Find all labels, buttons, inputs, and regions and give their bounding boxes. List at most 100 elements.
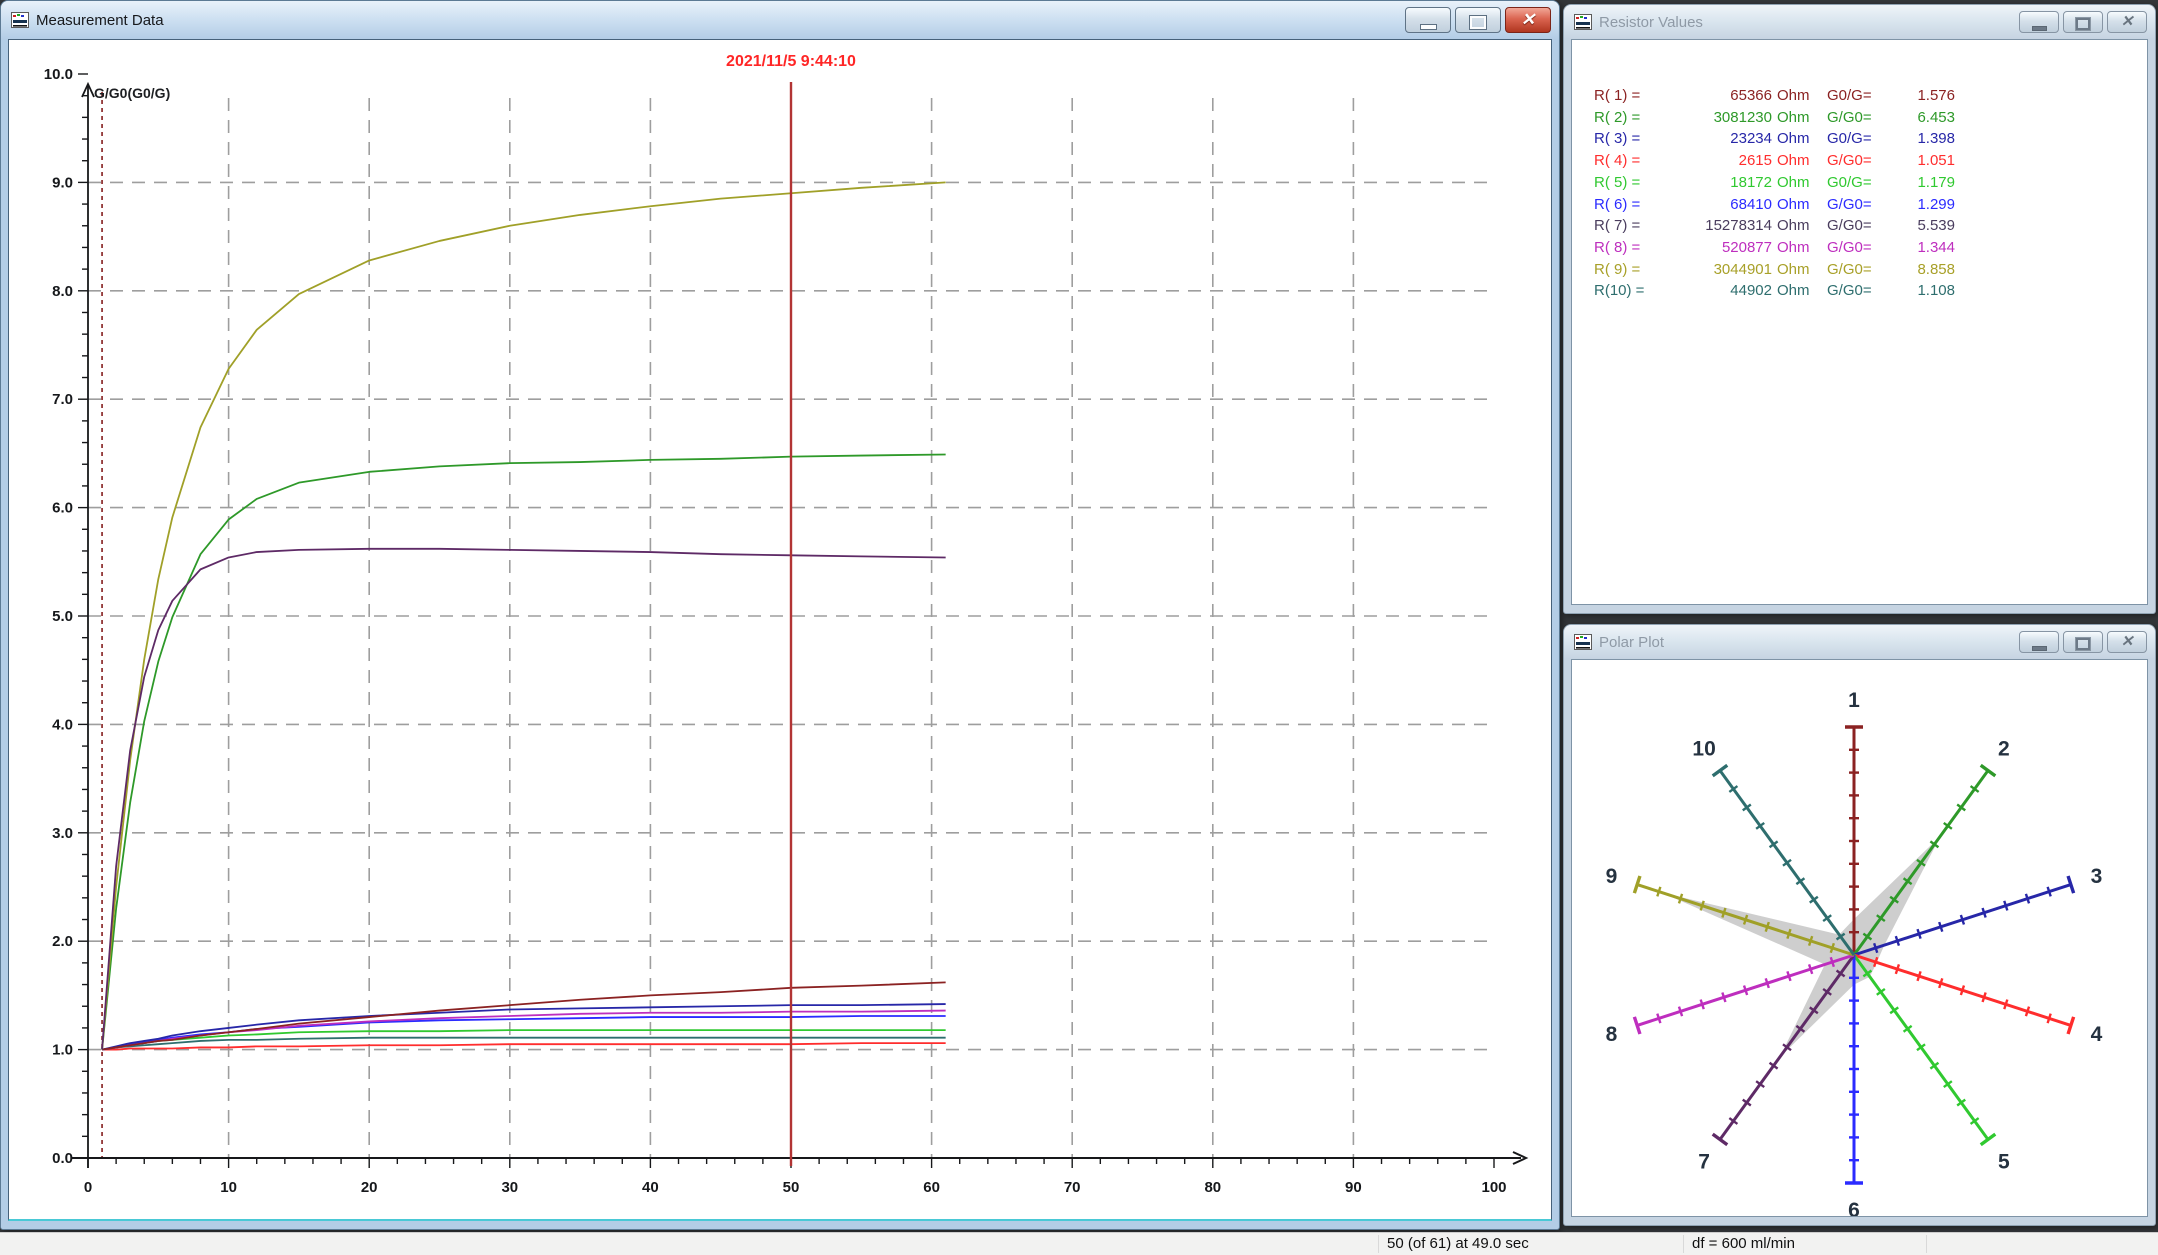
resistor-unit: Ohm (1772, 85, 1819, 107)
measurement-titlebar[interactable]: Measurement Data ✕ (1, 1, 1559, 39)
x-tick-label: 40 (642, 1179, 659, 1196)
resistor-row: R( 2) =3081230OhmG/G0=6.453 (1594, 107, 2139, 129)
radar-axis-label: 9 (1606, 865, 1618, 888)
resistor-titlebar[interactable]: Resistor Values ✕ (1564, 5, 2155, 39)
minimize-button[interactable] (2019, 11, 2059, 33)
resistor-label: R( 9) = (1594, 259, 1660, 281)
measurement-window: Measurement Data ✕ 010203040506070809010… (0, 0, 1560, 1230)
resistor-label: R( 7) = (1594, 215, 1660, 237)
close-icon: ✕ (1506, 8, 1550, 32)
resistor-label: R( 4) = (1594, 150, 1660, 172)
radar-axis-label: 5 (1998, 1150, 2010, 1173)
app-icon (11, 12, 29, 28)
radar-axis-tick (2048, 1014, 2051, 1024)
radar-axis-tick (1896, 936, 1899, 946)
window-controls: ✕ (1405, 7, 1551, 33)
window-title: Polar Plot (1599, 634, 1664, 651)
radar-axis-tick (1657, 1014, 1660, 1024)
maximize-button[interactable] (2063, 11, 2103, 33)
status-divider (1378, 1235, 1379, 1253)
radar-axis-endcap (1981, 1134, 1996, 1145)
resistor-ratio-label: G/G0= (1819, 150, 1887, 172)
resistor-ratio-value: 1.108 (1887, 280, 1955, 302)
maximize-button[interactable] (1455, 7, 1501, 33)
close-icon: ✕ (2108, 632, 2146, 652)
radar-axis-endcap (1713, 1134, 1728, 1145)
maximize-button[interactable] (2063, 631, 2103, 653)
status-divider (1683, 1235, 1684, 1253)
radar-axis-tick (2026, 1007, 2029, 1017)
radar-axis-endcap (1981, 765, 1996, 776)
radar-axis-label: 3 (2091, 865, 2103, 888)
close-button[interactable]: ✕ (2107, 631, 2147, 653)
resistor-ratio-value: 1.344 (1887, 237, 1955, 259)
radar-axis-endcap (1713, 765, 1728, 776)
minimize-icon (1420, 24, 1437, 30)
resistor-row: R( 1) =65366OhmG0/G=1.576 (1594, 85, 2139, 107)
resistor-values-area: R( 1) =65366OhmG0/G=1.576R( 2) =3081230O… (1571, 39, 2148, 605)
resistor-value: 3044901 (1660, 259, 1772, 281)
radar-axis-tick (2048, 887, 2051, 897)
resistor-unit: Ohm (1772, 172, 1819, 194)
minimize-button[interactable] (1405, 7, 1451, 33)
radar-axis-tick (1744, 985, 1747, 995)
status-bar: 50 (of 61) at 49.0 sec df = 600 ml/min (0, 1232, 2158, 1255)
x-tick-label: 90 (1345, 1179, 1362, 1196)
resistor-row: R( 8) =520877OhmG/G0=1.344 (1594, 237, 2139, 259)
resistor-unit: Ohm (1772, 128, 1819, 150)
resistor-row: R( 3) =23234OhmG0/G=1.398 (1594, 128, 2139, 150)
status-flow: df = 600 ml/min (1692, 1235, 1795, 1252)
x-tick-label: 80 (1204, 1179, 1221, 1196)
line-chart[interactable]: 01020304050607080901000.01.02.03.04.05.0… (9, 40, 1551, 1221)
resistor-ratio-value: 6.453 (1887, 107, 1955, 129)
close-button[interactable]: ✕ (2107, 11, 2147, 33)
close-icon: ✕ (2108, 12, 2146, 32)
resistor-unit: Ohm (1772, 150, 1819, 172)
resistor-unit: Ohm (1772, 215, 1819, 237)
resistor-value: 44902 (1660, 280, 1772, 302)
resistor-value: 2615 (1660, 150, 1772, 172)
polar-titlebar[interactable]: Polar Plot ✕ (1564, 625, 2155, 659)
app-icon (1574, 634, 1592, 650)
y-axis-annotation: G/G0(G0/G) (94, 85, 170, 101)
resistor-label: R(10) = (1594, 280, 1660, 302)
radar-axis-label: 10 (1692, 738, 1715, 761)
minimize-icon (2032, 646, 2047, 651)
resistor-ratio-label: G/G0= (1819, 215, 1887, 237)
y-tick-label: 2.0 (52, 933, 73, 950)
x-tick-label: 0 (84, 1179, 92, 1196)
resistor-ratio-value: 1.051 (1887, 150, 1955, 172)
resistor-unit: Ohm (1772, 280, 1819, 302)
resistor-value: 68410 (1660, 194, 1772, 216)
resistor-ratio-value: 1.398 (1887, 128, 1955, 150)
radar-axis-label: 4 (2091, 1023, 2103, 1046)
measurement-chart-area: 01020304050607080901000.01.02.03.04.05.0… (8, 39, 1552, 1221)
resistor-value: 520877 (1660, 237, 1772, 259)
radar-axis-label: 7 (1698, 1150, 1710, 1173)
y-tick-label: 3.0 (52, 825, 73, 842)
desktop: Measurement Data ✕ 010203040506070809010… (0, 0, 2158, 1254)
status-divider (1926, 1235, 1927, 1253)
radar-chart: 12345678910 (1572, 660, 2147, 1216)
close-button[interactable]: ✕ (1505, 7, 1551, 33)
y-tick-label: 8.0 (52, 283, 73, 300)
resistor-ratio-label: G/G0= (1819, 237, 1887, 259)
x-tick-label: 30 (501, 1179, 518, 1196)
resistor-ratio-value: 1.576 (1887, 85, 1955, 107)
radar-axis-tick (1657, 887, 1660, 897)
radar-axis-tick (1679, 894, 1682, 904)
resistor-ratio-label: G0/G= (1819, 172, 1887, 194)
resistor-ratio-label: G0/G= (1819, 85, 1887, 107)
resistor-ratio-label: G/G0= (1819, 194, 1887, 216)
resistor-label: R( 6) = (1594, 194, 1660, 216)
x-tick-label: 60 (923, 1179, 940, 1196)
resistor-label: R( 3) = (1594, 128, 1660, 150)
radar-axis-tick (1983, 993, 1986, 1003)
app-icon (1574, 14, 1592, 30)
radar-axis-tick (2004, 1000, 2007, 1010)
radar-axis-label: 1 (1848, 689, 1860, 712)
minimize-button[interactable] (2019, 631, 2059, 653)
resistor-label: R( 1) = (1594, 85, 1660, 107)
resistor-label: R( 8) = (1594, 237, 1660, 259)
radar-axis-tick (1679, 1007, 1682, 1017)
